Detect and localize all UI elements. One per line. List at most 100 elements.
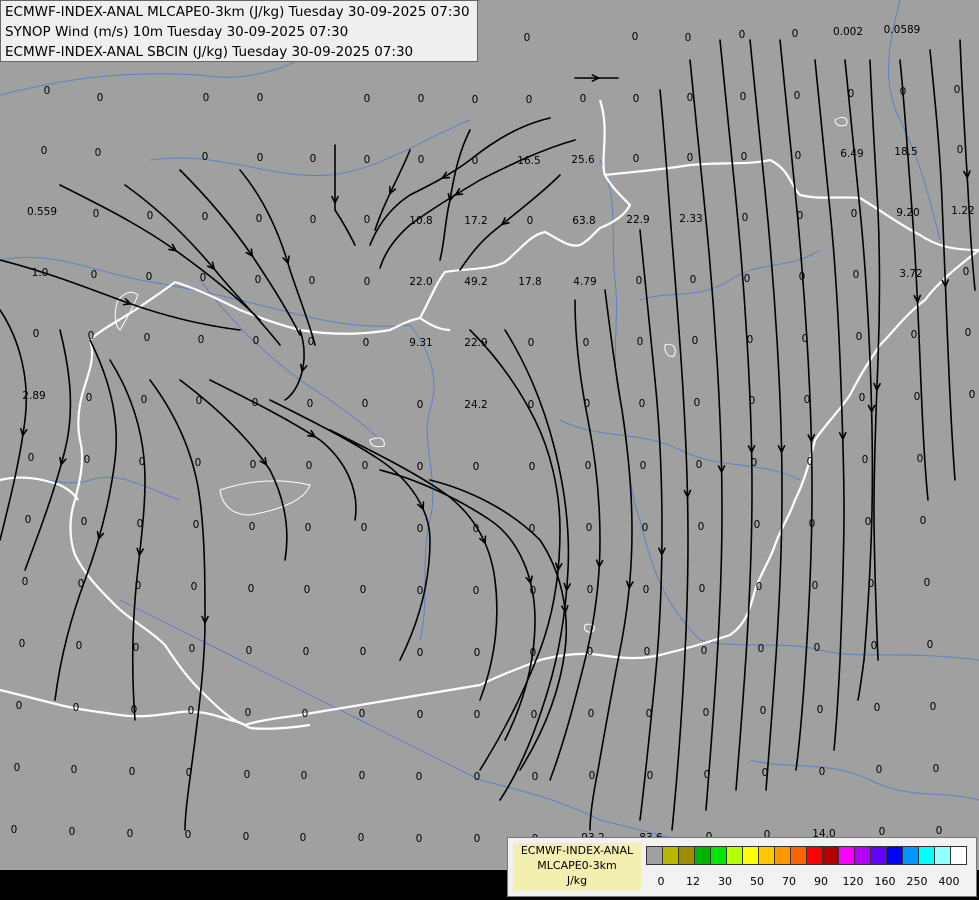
weather-map[interactable]: 0 0 0 0 0 0.002 0.0589 0 0 0 0 0 0 0 0 0 0 0 0 0 0 0 0 0 0 0 0 0 0 0 0… [0, 0, 979, 870]
cape-value-label: 0 [530, 647, 537, 659]
cape-value-label: 0 [868, 578, 875, 590]
legend-title: ECMWF-INDEX-ANAL [520, 844, 634, 857]
cape-value-label: 10.8 [409, 215, 432, 227]
cape-value-label: 0 [524, 32, 531, 44]
cape-value-label: 0 [647, 770, 654, 782]
legend-swatch [918, 846, 935, 865]
cape-value-label: 0 [308, 336, 315, 348]
cape-value-label: 0 [690, 274, 697, 286]
cape-value-label: 0 [802, 333, 809, 345]
cape-value-label: 0 [633, 153, 640, 165]
cape-value-label: 0 [185, 829, 192, 841]
cape-value-label: 0 [930, 701, 937, 713]
cape-value-label: 9.20 [896, 207, 919, 219]
cape-value-label: 0 [473, 585, 480, 597]
cape-value-label: 0 [874, 702, 881, 714]
cape-value-label: 0 [300, 832, 307, 844]
cape-value-label: 0 [69, 826, 76, 838]
cape-value-label: 6.49 [840, 148, 863, 160]
cape-value-label: 0 [131, 704, 138, 716]
cape-value-label: 0 [244, 769, 251, 781]
cape-value-label: 0 [859, 392, 866, 404]
cape-value-label: 0 [71, 764, 78, 776]
cape-value-label: 0 [754, 519, 761, 531]
legend-tick-label: 12 [686, 875, 700, 888]
color-legend: ECMWF-INDEX-ANAL MLCAPE0-3km J/kg 0 12 30 5… [507, 837, 977, 897]
cape-value-label: 0 [303, 646, 310, 658]
cape-value-label: 0 [530, 585, 537, 597]
cape-value-label: 0 [933, 763, 940, 775]
cape-value-label: 0 [473, 461, 480, 473]
cape-value-label: 0 [248, 583, 255, 595]
cape-value-label: 1.22 [951, 205, 974, 217]
cape-value-label: 0.002 [833, 26, 863, 38]
legend-swatch [758, 846, 775, 865]
cape-value-label: 0 [698, 521, 705, 533]
cape-value-label: 0 [86, 392, 93, 404]
cape-value-label: 0 [305, 522, 312, 534]
cape-value-label: 0 [359, 708, 366, 720]
cape-value-label: 0 [795, 150, 802, 162]
map-view[interactable]: 0 0 0 0 0 0.002 0.0589 0 0 0 0 0 0 0 0 0 0 0 0 0 0 0 0 0 0 0 0 0 0 0 0… [0, 0, 979, 900]
cape-value-label: 0 [147, 210, 154, 222]
cape-value-label: 0 [81, 516, 88, 528]
cape-value-label: 0 [417, 585, 424, 597]
cape-value-label: 0 [361, 522, 368, 534]
legend-swatch [934, 846, 951, 865]
cape-value-label: 0 [848, 88, 855, 100]
cape-value-label: 25.6 [571, 154, 595, 166]
legend-tick-label: 50 [750, 875, 764, 888]
cape-value-label: 0 [417, 709, 424, 721]
cape-value-label: 0 [249, 521, 256, 533]
legend-swatch [742, 846, 759, 865]
cape-value-label: 18.5 [894, 146, 917, 158]
cape-value-label: 0 [257, 152, 264, 164]
legend-swatch [902, 846, 919, 865]
legend-tick-label: 0 [657, 875, 665, 888]
legend-tick-label: 120 [842, 875, 864, 888]
cape-value-label: 0 [364, 154, 371, 166]
title-line-synop-wind: SYNOP Wind (m/s) 10m Tuesday 30-09-2025 … [5, 24, 349, 40]
cape-value-label: 0 [78, 578, 85, 590]
cape-value-label: 0 [637, 336, 644, 348]
cape-value-label: 0 [22, 576, 29, 588]
cape-value-label: 0 [856, 331, 863, 343]
cape-value-label: 0 [301, 770, 308, 782]
cape-value-label: 0 [532, 771, 539, 783]
cape-value-label: 0 [583, 337, 590, 349]
cape-value-label: 0 [257, 92, 264, 104]
cape-value-label: 0 [360, 584, 367, 596]
legend-tick-label: 70 [782, 875, 796, 888]
cape-value-label: 0.559 [27, 206, 57, 218]
cape-value-label: 0 [747, 334, 754, 346]
cape-value-label: 0 [362, 460, 369, 472]
cape-value-label: 0 [364, 214, 371, 226]
cape-value-label: 0 [527, 215, 534, 227]
cape-value-label: 0 [189, 643, 196, 655]
cape-value-label: 0 [957, 144, 964, 156]
cape-value-label: 17.2 [464, 215, 487, 227]
legend-tick-label: 30 [718, 875, 732, 888]
cape-value-label: 0 [364, 276, 371, 288]
cape-value-label: 0 [642, 522, 649, 534]
legend-swatch [870, 846, 887, 865]
cape-value-label: 0 [196, 395, 203, 407]
cape-value-label: 0 [862, 454, 869, 466]
cape-value-label: 0 [851, 208, 858, 220]
cape-value-label: 0 [587, 584, 594, 596]
legend-swatch [790, 846, 807, 865]
cape-value-label: 22.9 [464, 337, 487, 349]
cape-value-label: 0 [742, 212, 749, 224]
cape-value-label: 0 [255, 274, 262, 286]
cape-value-label: 0 [758, 643, 765, 655]
cape-value-label: 0 [644, 646, 651, 658]
cape-value-label: 0 [127, 828, 134, 840]
cape-value-label: 0 [920, 515, 927, 527]
cape-value-label: 0 [146, 271, 153, 283]
cape-value-label: 0 [472, 94, 479, 106]
cape-value-label: 0 [41, 145, 48, 157]
cape-value-label: 0 [474, 709, 481, 721]
cape-value-label: 0 [632, 31, 639, 43]
cape-value-label: 0 [188, 705, 195, 717]
cape-value-label: 0 [914, 391, 921, 403]
